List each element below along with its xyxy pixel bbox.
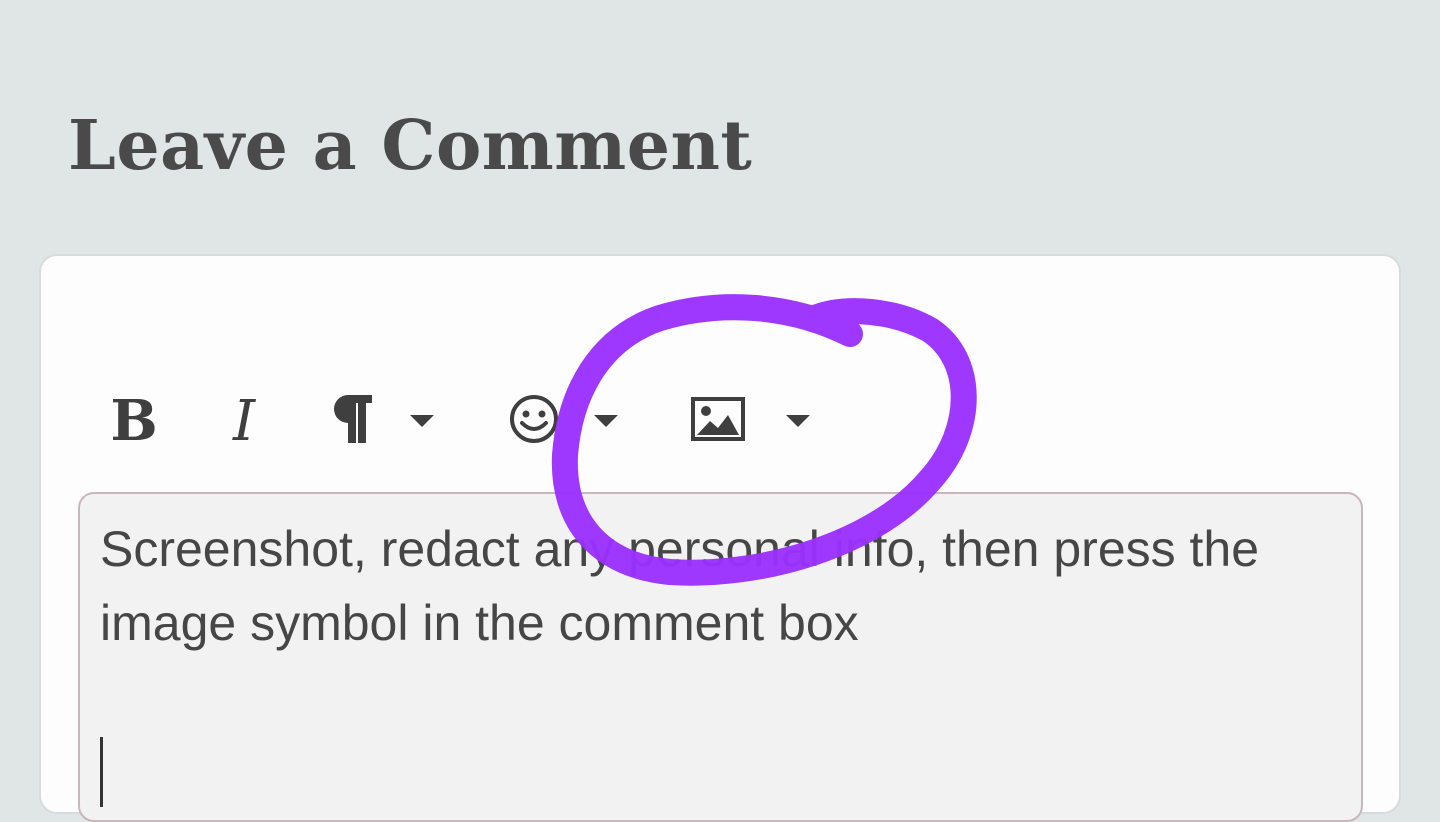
comment-text: Screenshot, redact any personal info, th… <box>100 521 1260 651</box>
comment-textarea[interactable]: Screenshot, redact any personal info, th… <box>78 492 1363 822</box>
italic-button[interactable]: I <box>214 386 274 456</box>
paragraph-format-button[interactable] <box>328 386 456 456</box>
emoji-button[interactable] <box>508 386 638 456</box>
italic-label: I <box>232 388 256 454</box>
paragraph-icon <box>328 391 376 452</box>
bold-button[interactable]: B <box>104 386 164 456</box>
chevron-down-icon <box>594 415 618 427</box>
bold-label: B <box>110 388 158 454</box>
emoji-icon <box>508 393 560 450</box>
chevron-down-icon <box>786 415 810 427</box>
chevron-down-icon <box>410 415 434 427</box>
image-icon <box>690 396 746 447</box>
insert-image-button[interactable] <box>690 386 820 456</box>
text-cursor <box>100 737 103 807</box>
page-title: Leave a Comment <box>68 106 753 186</box>
